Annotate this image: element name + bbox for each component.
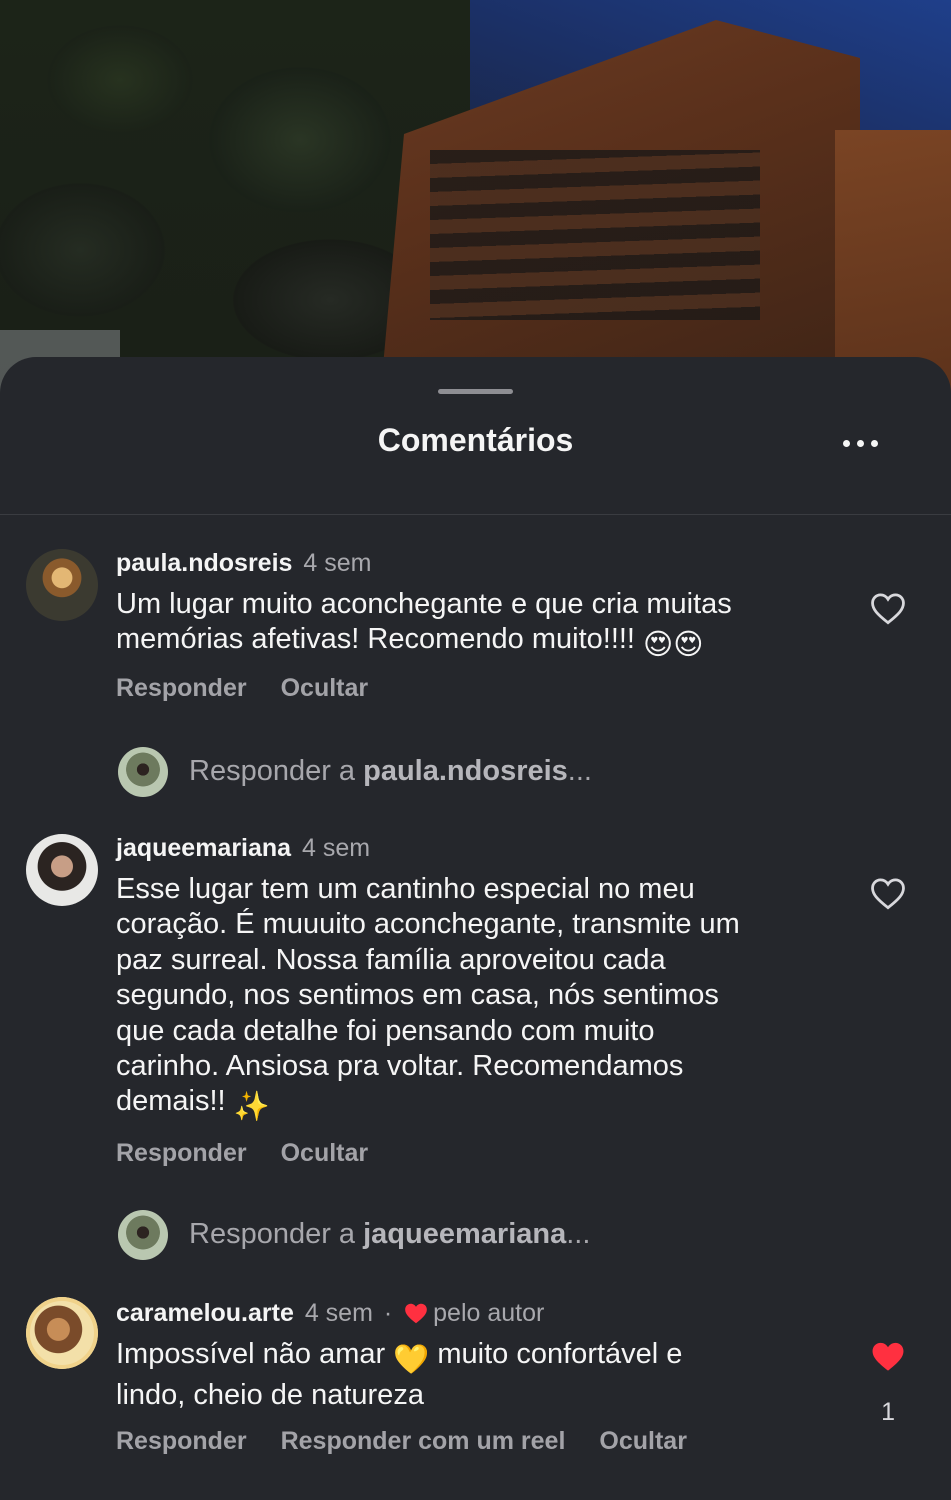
reply-prompt-prefix: Responder a [189, 755, 364, 787]
reply-prompt[interactable]: Responder a jaqueemariana... [118, 1210, 818, 1260]
reply-button[interactable]: Responder [116, 1139, 247, 1167]
comment-text-line: memórias afetivas! Recomendo muito!!!! [116, 623, 644, 656]
sparkles-emoji: ✨ [233, 1091, 270, 1124]
comment-time: 4 sem [304, 1299, 373, 1327]
avatar[interactable] [26, 549, 98, 621]
header-divider [0, 514, 951, 515]
comment-actions: Responder Ocultar [116, 674, 402, 703]
reply-prompt-target: jaqueemariana [363, 1218, 567, 1250]
comment-meta: caramelou.arte 4 sem · pelo autor [116, 1299, 544, 1328]
comment-meta: paula.ndosreis 4 sem [116, 549, 372, 578]
reply-prompt-prefix: Responder a [189, 1218, 364, 1250]
reply-button[interactable]: Responder [116, 674, 247, 702]
reply-prompt-text[interactable]: Responder a jaqueemariana... [189, 1218, 590, 1251]
comments-sheet: Comentários paula.ndosreis 4 sem Um luga… [0, 357, 951, 1500]
comment-text: Um lugar muito aconchegante e que cria m… [116, 587, 816, 664]
comment-text-line: Esse lugar tem um cantinho especial no m… [116, 873, 695, 905]
reply-prompt-suffix: ... [566, 1218, 591, 1250]
comment-time: 4 sem [303, 549, 372, 577]
comment-text-line: segundo, nos sentimos em casa, nós senti… [116, 979, 719, 1012]
comment-text-line: Impossível não amar [116, 1338, 394, 1370]
reply-button[interactable]: Responder [116, 1427, 247, 1455]
reply-prompt-text[interactable]: Responder a paula.ndosreis... [189, 755, 592, 788]
comment-text-line: Um lugar muito aconchegante e que cria m… [116, 588, 732, 620]
liked-heart-icon[interactable] [869, 1339, 907, 1373]
hide-button[interactable]: Ocultar [281, 674, 369, 702]
comment-text-line: muito confortável e [429, 1338, 683, 1370]
reply-prompt-suffix: ... [567, 755, 592, 787]
photo-balcony-railing [430, 150, 760, 320]
comment-actions: Responder Ocultar [116, 1139, 402, 1168]
comment-meta: jaqueemariana 4 sem [116, 834, 370, 863]
comment-username[interactable]: caramelou.arte [116, 1299, 294, 1327]
reply-with-reel-button[interactable]: Responder com um reel [281, 1427, 566, 1455]
comment-text-line: coração. É muuuito aconchegante, transmi… [116, 908, 740, 941]
like-count: 1 [881, 1398, 895, 1426]
sheet-title: Comentários [377, 422, 574, 458]
reply-prompt-target: paula.ndosreis [363, 755, 568, 787]
meta-separator: · [383, 1299, 393, 1327]
comment-text-line: paz surreal. Nossa família aproveitou ca… [116, 943, 666, 976]
comment-time: 4 sem [302, 834, 371, 862]
reply-prompt[interactable]: Responder a paula.ndosreis... [118, 747, 818, 797]
comment-actions: Responder Responder com um reel Ocultar [116, 1427, 721, 1456]
story-ring [26, 1297, 98, 1369]
yellow-heart-emoji: 💛 [393, 1344, 430, 1376]
avatar[interactable] [26, 834, 98, 906]
current-user-avatar [118, 1210, 168, 1260]
like-heart-icon[interactable] [869, 591, 907, 625]
sheet-grabber-handle[interactable] [438, 389, 513, 394]
heart-eyes-emoji: 😍😍 [643, 629, 704, 662]
post-background-photo [0, 0, 951, 400]
comment-text-line: carinho. Ansiosa pra voltar. Recomendamo… [116, 1050, 684, 1083]
author-like-badge: pelo autor [433, 1299, 545, 1327]
comment-text-line: que cada detalhe foi pensando com muito [116, 1014, 655, 1047]
hide-button[interactable]: Ocultar [281, 1139, 369, 1167]
avatar[interactable] [26, 1297, 98, 1369]
hide-button[interactable]: Ocultar [599, 1427, 687, 1455]
like-heart-icon[interactable] [869, 876, 907, 910]
comment-username[interactable]: jaqueemariana [116, 834, 291, 862]
comment-text: Impossível não amar 💛 muito confortável … [116, 1337, 816, 1414]
current-user-avatar [118, 747, 168, 797]
comment-username[interactable]: paula.ndosreis [116, 549, 292, 577]
more-options-icon[interactable] [841, 435, 881, 455]
comment-text-line: lindo, cheio de natureza [116, 1379, 424, 1412]
comment-text-line: demais!! [116, 1085, 234, 1118]
comment-text: Esse lugar tem um cantinho especial no m… [116, 872, 816, 1126]
liked-by-author-heart-icon [403, 1301, 429, 1325]
